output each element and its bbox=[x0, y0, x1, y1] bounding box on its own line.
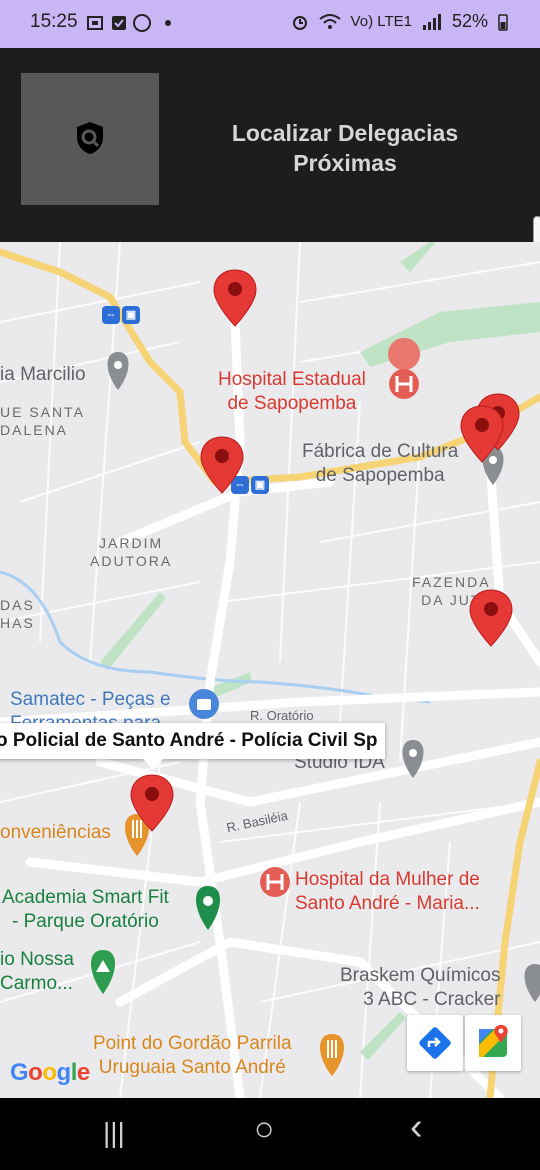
directions-icon bbox=[419, 1027, 451, 1059]
app-logo bbox=[21, 73, 159, 205]
transit-icon: ⇔ ▣ bbox=[102, 306, 140, 326]
google-logo-letter: o bbox=[28, 1059, 43, 1086]
label-jardim-adutora: JARDIM ADUTORA bbox=[90, 535, 173, 569]
hospital-icon bbox=[260, 867, 290, 897]
directions-button[interactable] bbox=[407, 1015, 463, 1071]
label-conveniencias[interactable]: onveniências bbox=[0, 821, 111, 845]
label-r-oratorio: R. Oratório bbox=[250, 708, 314, 723]
police-marker[interactable] bbox=[212, 268, 258, 328]
status-notification-icons bbox=[86, 13, 178, 40]
police-marker[interactable] bbox=[199, 435, 245, 495]
checkbox-icon bbox=[112, 16, 126, 30]
app-title: Localizar Delegacias Próximas bbox=[231, 120, 459, 176]
google-logo-letter: g bbox=[56, 1059, 72, 1086]
system-nav-bar: ||| ○ ‹ bbox=[0, 1098, 540, 1170]
status-bar: 15:25 Vo) LTE1 52% bbox=[0, 0, 540, 48]
battery-percent: 52% bbox=[451, 11, 488, 31]
label-point-gordao[interactable]: Point do Gordão Parrila Uruguaia Santo A… bbox=[93, 1032, 292, 1080]
alarm-icon bbox=[292, 15, 307, 30]
info-window-tail bbox=[143, 759, 163, 770]
police-marker-selected[interactable] bbox=[129, 773, 175, 833]
battery-icon bbox=[498, 13, 508, 31]
google-logo-letter: G bbox=[10, 1059, 29, 1086]
police-shield-icon bbox=[77, 122, 103, 154]
network-label: Vo) LTE1 bbox=[350, 13, 412, 30]
wifi-icon bbox=[318, 13, 341, 29]
google-logo-letter: o bbox=[42, 1059, 57, 1086]
label-santa-madalena: UE SANTA DALENA bbox=[0, 404, 85, 438]
label-academia-smart-fit[interactable]: Academia Smart Fit - Parque Oratório bbox=[2, 886, 169, 934]
signal-icon bbox=[422, 13, 441, 30]
dot-icon bbox=[165, 20, 171, 26]
app-header: Localizar Delegacias Próximas bbox=[0, 48, 540, 242]
label-fabrica-cultura[interactable]: Fábrica de Cultura de Sapopemba bbox=[302, 440, 458, 488]
google-maps-icon bbox=[479, 1025, 508, 1057]
map-view[interactable]: ⇔ ▣ ⇔ ▣ Hospital Estadual de Sapopemba Fáb… bbox=[0, 242, 540, 1098]
back-button[interactable]: ‹ bbox=[410, 1108, 423, 1146]
open-google-maps-button[interactable] bbox=[465, 1015, 521, 1071]
label-marcilio[interactable]: ia Marcilio bbox=[0, 363, 86, 387]
google-logo-letter: e bbox=[76, 1059, 90, 1086]
label-das-has: DAS HAS bbox=[0, 597, 35, 631]
status-right-icons: Vo) LTE1 52% bbox=[291, 11, 508, 32]
home-button[interactable]: ○ bbox=[254, 1112, 275, 1146]
label-nossa-carmo[interactable]: io Nossa Carmo... bbox=[0, 948, 74, 996]
status-time: 15:25 bbox=[30, 11, 78, 32]
label-hospital-mulher[interactable]: Hospital da Mulher de Santo André - Mari… bbox=[295, 868, 480, 916]
label-braskem[interactable]: Braskem Químicos 3 ABC - Cracker bbox=[340, 964, 500, 1012]
police-marker[interactable] bbox=[468, 588, 514, 648]
police-marker[interactable] bbox=[459, 404, 505, 464]
google-logo: Google bbox=[10, 1059, 90, 1087]
notification-icons bbox=[87, 14, 171, 32]
shopping-pin-icon bbox=[189, 689, 219, 719]
whatsapp-icon bbox=[133, 14, 151, 32]
recents-button[interactable]: ||| bbox=[103, 1118, 125, 1148]
label-hospital-sapopemba[interactable]: Hospital Estadual de Sapopemba bbox=[218, 368, 366, 416]
marker-info-window[interactable]: o Policial de Santo André - Polícia Civi… bbox=[0, 723, 386, 759]
